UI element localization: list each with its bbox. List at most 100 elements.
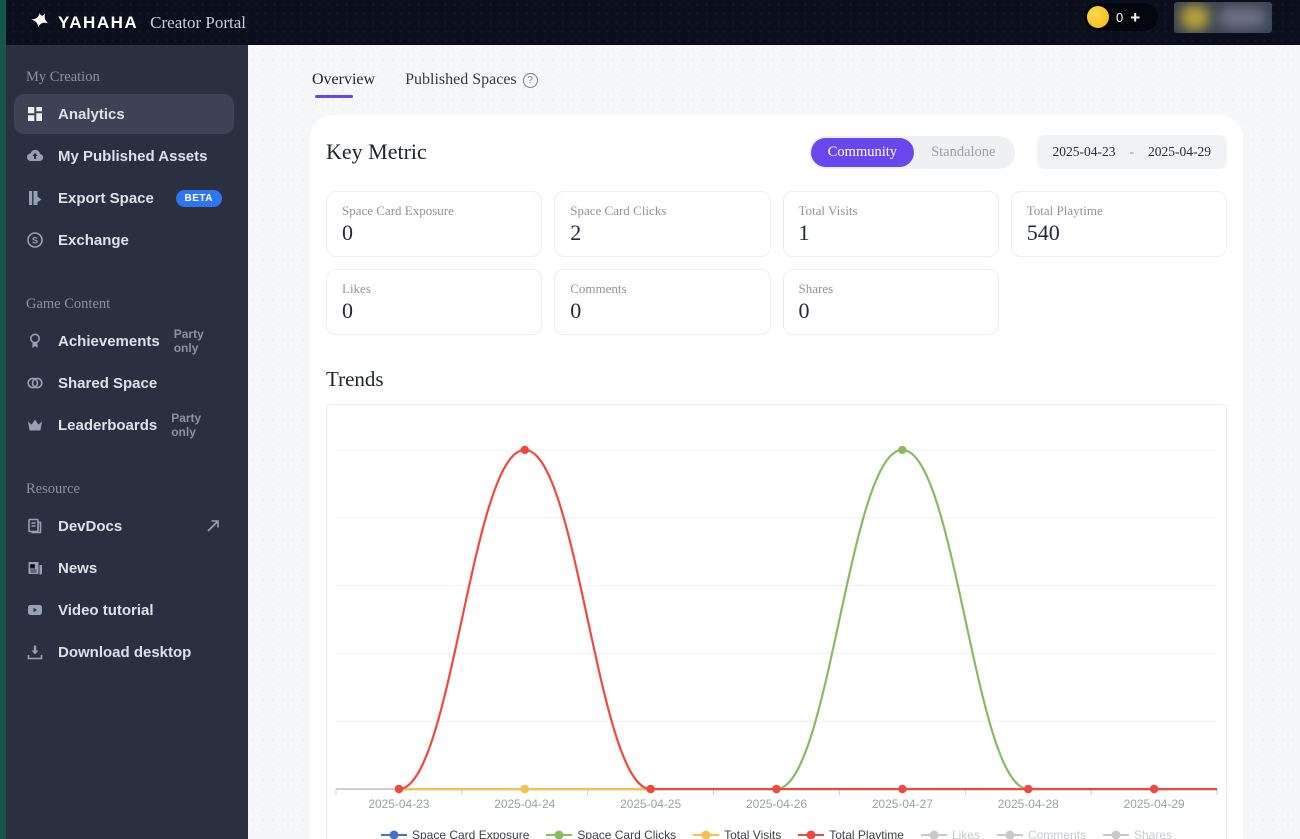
news-icon <box>26 559 44 577</box>
exchange-icon: S <box>26 231 44 249</box>
tab-published-spaces[interactable]: Published Spaces ? <box>405 71 538 98</box>
brand-logotype: YAHAHA <box>58 12 139 32</box>
user-avatar[interactable] <box>1174 2 1272 33</box>
username-blurred <box>1218 8 1266 27</box>
sidebar-item-leaderboards[interactable]: Leaderboards Party only <box>14 405 234 445</box>
sidebar-item-achievements[interactable]: Achievements Party only <box>14 321 234 361</box>
sidebar-item-export-space[interactable]: Export Space BETA <box>14 178 234 218</box>
metric-label: Shares <box>798 281 834 296</box>
legend-marker-icon <box>380 830 407 839</box>
sidebar-item-shared-space[interactable]: Shared Space <box>14 363 234 403</box>
sidebar-item-news[interactable]: News <box>14 548 234 588</box>
sidebar-item-my-published-assets[interactable]: My Published Assets <box>14 136 234 176</box>
legend-marker-icon <box>996 830 1023 839</box>
svg-text:2025-04-29: 2025-04-29 <box>1124 797 1185 811</box>
toggle-option-community[interactable]: Community <box>810 137 915 167</box>
metric-label: Space Card Clicks <box>570 203 667 218</box>
legend-label: Total Playtime <box>829 828 904 839</box>
legend-marker-icon <box>693 830 720 839</box>
sidebar-item-exchange[interactable]: S Exchange <box>14 220 234 260</box>
tab-label: Overview <box>312 71 376 88</box>
sidebar-item-label: DevDocs <box>58 517 123 535</box>
legend-label: Comments <box>1027 828 1086 839</box>
external-link-icon <box>204 517 222 535</box>
toggle-option-standalone[interactable]: Standalone <box>914 138 1012 167</box>
legend-item-comments[interactable]: Comments <box>996 828 1086 839</box>
sidebar-item-label: Shared Space <box>58 374 158 392</box>
metric-cards: Space Card Exposure 0 Space Card Clicks … <box>326 191 1227 335</box>
date-start: 2025-04-23 <box>1052 144 1116 159</box>
product-name: Creator Portal <box>150 12 247 32</box>
sidebar-item-download-desktop[interactable]: Download desktop <box>14 632 234 672</box>
metric-value: 1 <box>798 220 810 245</box>
coin-count: 0 <box>1116 9 1124 25</box>
metric-value: 0 <box>342 220 353 245</box>
metric-card-shares: Shares 0 <box>782 269 999 335</box>
sidebar-item-label: Analytics <box>58 105 125 123</box>
beta-badge: BETA <box>175 189 222 207</box>
scope-toggle: Community Standalone <box>808 135 1015 169</box>
help-icon[interactable]: ? <box>522 72 538 88</box>
sidebar-item-label: Achievements <box>58 332 160 350</box>
date-end: 2025-04-29 <box>1148 144 1211 159</box>
trends-title: Trends <box>326 367 384 391</box>
svg-text:2025-04-26: 2025-04-26 <box>746 797 807 811</box>
legend-marker-icon <box>798 830 825 839</box>
legend-label: Space Card Exposure <box>411 828 530 839</box>
legend-label: Space Card Clicks <box>577 828 677 839</box>
tab-bar: Overview Published Spaces ? <box>248 45 1300 98</box>
metric-card-space-card-exposure: Space Card Exposure 0 <box>326 191 543 257</box>
date-range-picker[interactable]: 2025-04-23 - 2025-04-29 <box>1036 135 1227 169</box>
legend-marker-icon <box>1102 830 1129 839</box>
metric-card-likes: Likes 0 <box>326 269 543 335</box>
sidebar-item-label: News <box>58 559 98 577</box>
coin-icon <box>1087 6 1109 28</box>
party-only-tag: Party only <box>171 411 202 439</box>
legend-marker-icon <box>546 830 573 839</box>
sidebar-item-analytics[interactable]: Analytics <box>14 94 234 134</box>
legend-item-likes[interactable]: Likes <box>920 828 980 839</box>
metric-value: 0 <box>570 298 582 323</box>
metric-label: Total Playtime <box>1026 203 1103 218</box>
coin-balance-pill[interactable]: 0 + <box>1084 3 1158 31</box>
tab-label: Published Spaces <box>405 71 517 88</box>
legend-item-total-playtime[interactable]: Total Playtime <box>798 828 904 839</box>
metric-label: Total Visits <box>798 203 858 218</box>
date-separator: - <box>1129 144 1135 159</box>
legend-item-space-card-clicks[interactable]: Space Card Clicks <box>546 828 676 839</box>
sidebar-item-label: Exchange <box>58 231 129 249</box>
trends-chart: 2025-04-23 2025-04-24 2025-04-25 2025-04-26… <box>326 404 1227 839</box>
sidebar-item-label: Export Space <box>58 189 154 207</box>
metric-value: 0 <box>798 298 810 323</box>
svg-text:2025-04-24: 2025-04-24 <box>494 797 555 811</box>
trend-line-chart[interactable]: 2025-04-23 2025-04-24 2025-04-25 2025-04-26… <box>327 421 1226 819</box>
add-coins-button[interactable]: + <box>1130 9 1140 26</box>
legend-item-total-visits[interactable]: Total Visits <box>693 828 781 839</box>
legend-item-space-card-exposure[interactable]: Space Card Exposure <box>380 828 530 839</box>
sidebar-item-devdocs[interactable]: DevDocs <box>14 506 234 546</box>
docs-icon <box>26 517 44 535</box>
sidebar-item-label: Video tutorial <box>58 601 154 619</box>
section-label-resource: Resource <box>26 481 80 497</box>
cloud-upload-icon <box>26 147 44 165</box>
empty-grid-cell <box>1010 269 1227 335</box>
section-label-my-creation: My Creation <box>26 69 100 85</box>
svg-text:2025-04-25: 2025-04-25 <box>620 797 681 811</box>
grid-icon <box>26 105 44 123</box>
metric-card-total-visits: Total Visits 1 <box>782 191 999 257</box>
metric-value: 2 <box>570 220 582 245</box>
sidebar-item-video-tutorial[interactable]: Video tutorial <box>14 590 234 630</box>
export-icon <box>26 189 44 207</box>
metric-value: 540 <box>1026 220 1060 245</box>
legend-label: Total Visits <box>724 828 782 839</box>
metric-label: Comments <box>570 281 627 296</box>
sidebar-item-label: Leaderboards <box>58 416 158 434</box>
medal-icon <box>26 332 44 350</box>
tab-overview[interactable]: Overview <box>312 71 375 98</box>
section-label-game-content: Game Content <box>26 296 111 312</box>
svg-text:S: S <box>32 235 38 245</box>
metric-card-total-playtime: Total Playtime 540 <box>1010 191 1227 257</box>
legend-item-shares[interactable]: Shares <box>1102 828 1172 839</box>
yahaha-logo-icon <box>31 12 49 27</box>
key-metric-title: Key Metric <box>326 139 427 164</box>
